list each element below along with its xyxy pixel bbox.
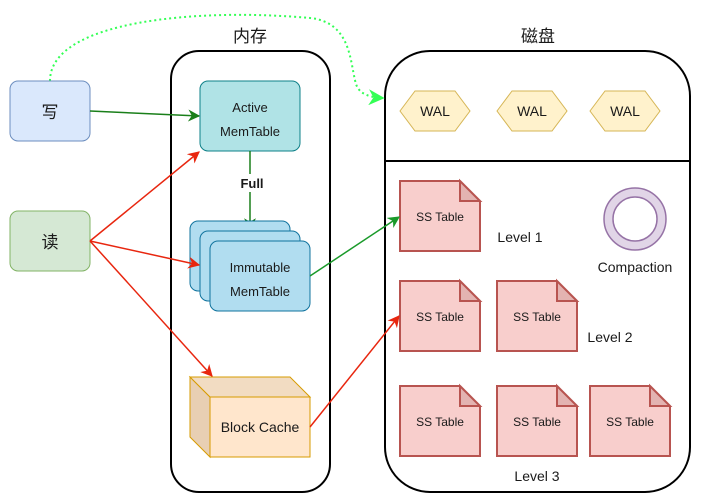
- block-cache-label: Block Cache: [221, 419, 300, 435]
- read-label: 读: [42, 233, 59, 253]
- compaction-label: Compaction: [598, 259, 673, 275]
- lsm-tree-diagram: 内存 磁盘 写 读 Active MemTable Full Immutable…: [9, 13, 691, 493]
- active-memtable-line2: MemTable: [220, 124, 280, 139]
- full-label: Full: [240, 176, 263, 191]
- wal-2[interactable]: WAL: [496, 90, 568, 132]
- sstable-l3-3[interactable]: SS Table: [589, 383, 673, 457]
- sstable-l3-2[interactable]: SS Table: [496, 383, 580, 457]
- write-label: 写: [42, 103, 59, 123]
- wal-1[interactable]: WAL: [399, 90, 471, 132]
- active-memtable-line1: Active: [232, 100, 267, 115]
- sstable-label: SS Table: [513, 415, 561, 429]
- immutable-line2: MemTable: [230, 284, 290, 299]
- active-memtable[interactable]: Active MemTable: [199, 80, 301, 152]
- disk-title: 磁盘: [521, 27, 555, 47]
- wal-1-label: WAL: [420, 103, 450, 119]
- sstable-label: SS Table: [416, 310, 464, 324]
- memory-title: 内存: [233, 27, 267, 47]
- sstable-l2-1[interactable]: SS Table: [399, 278, 483, 352]
- sstable-label: SS Table: [416, 210, 464, 224]
- level2-label: Level 2: [587, 329, 632, 345]
- wal-3-label: WAL: [610, 103, 640, 119]
- sstable-label: SS Table: [606, 415, 654, 429]
- write-node[interactable]: 写: [9, 80, 91, 142]
- wal-2-label: WAL: [517, 103, 547, 119]
- sstable-l2-2[interactable]: SS Table: [496, 278, 580, 352]
- level3-label: Level 3: [514, 468, 559, 484]
- sstable-label: SS Table: [416, 415, 464, 429]
- immutable-memtable-stack[interactable]: Immutable MemTable: [189, 220, 311, 312]
- immutable-line1: Immutable: [230, 260, 291, 275]
- block-cache[interactable]: Block Cache: [188, 375, 312, 459]
- wal-3[interactable]: WAL: [589, 90, 661, 132]
- compaction-icon[interactable]: [603, 187, 667, 251]
- level1-label: Level 1: [497, 229, 542, 245]
- sstable-l1-1[interactable]: SS Table: [399, 178, 483, 252]
- read-node[interactable]: 读: [9, 210, 91, 272]
- sstable-l3-1[interactable]: SS Table: [399, 383, 483, 457]
- sstable-label: SS Table: [513, 310, 561, 324]
